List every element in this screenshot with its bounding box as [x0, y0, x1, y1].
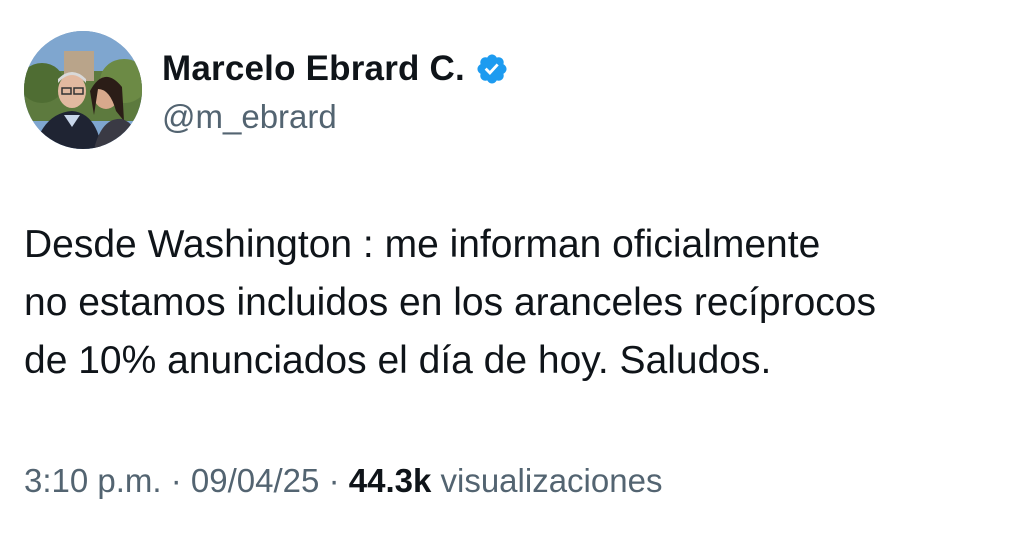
tweet-text: Desde Washington : me informan oficialme…: [24, 216, 1009, 390]
tweet-text-line: no estamos incluidos en los aranceles re…: [24, 281, 876, 324]
tweet-time[interactable]: 3:10 p.m.: [24, 462, 162, 499]
tweet-text-line: de 10% anunciados el día de hoy. Saludos…: [24, 339, 772, 382]
author-identity: Marcelo Ebrard C. @m_ebrard: [162, 44, 509, 136]
tweet-text-line: Desde Washington : me informan oficialme…: [24, 223, 821, 266]
meta-separator: ·: [170, 462, 182, 499]
tweet-card: Marcelo Ebrard C. @m_ebrard Desde Washin…: [0, 0, 1024, 546]
avatar-photo: [24, 31, 142, 149]
avatar[interactable]: [24, 31, 142, 149]
author-display-name[interactable]: Marcelo Ebrard C.: [162, 49, 465, 89]
verified-badge-icon: [475, 52, 509, 86]
tweet-header: Marcelo Ebrard C. @m_ebrard: [24, 30, 509, 150]
author-handle[interactable]: @m_ebrard: [162, 98, 509, 136]
tweet-date[interactable]: 09/04/25: [191, 462, 319, 499]
views-count: 44.3k: [348, 462, 432, 499]
meta-separator: ·: [328, 462, 340, 499]
views-label: visualizaciones: [440, 462, 663, 499]
name-row: Marcelo Ebrard C.: [162, 44, 509, 94]
tweet-meta: 3:10 p.m. · 09/04/25 · 44.3k visualizaci…: [24, 462, 662, 500]
